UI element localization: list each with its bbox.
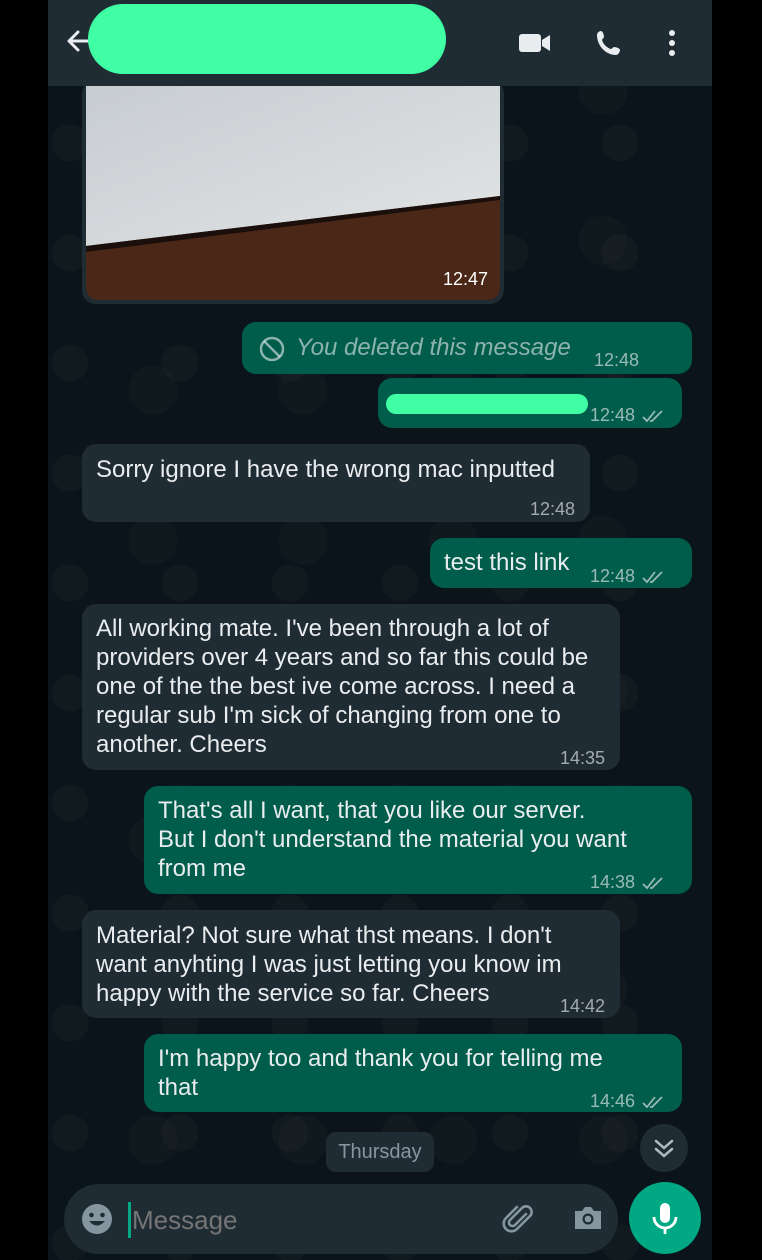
outgoing-message[interactable]: 12:48: [378, 378, 682, 428]
message-time: 12:47: [442, 269, 488, 289]
message-text: Sorry ignore I have the wrong mac inputt…: [96, 456, 555, 483]
read-receipt-icon: [642, 571, 663, 584]
scroll-to-bottom-button[interactable]: [640, 1124, 688, 1172]
message-composer: [64, 1184, 618, 1254]
message-time-row: 12:48: [590, 401, 665, 430]
more-options-icon[interactable]: [662, 28, 682, 58]
message-time-row: 14:38: [590, 868, 665, 897]
redacted-text: [386, 394, 588, 414]
message-time-row: 12:48: [590, 562, 665, 591]
date-divider: Thursday: [326, 1132, 434, 1172]
message-time: 14:42: [560, 996, 606, 1016]
outgoing-message[interactable]: That's all I want, that you like our ser…: [144, 786, 692, 894]
message-time: 12:48: [594, 350, 640, 370]
chat-header: [48, 0, 712, 86]
message-text: All working mate. I've been through a lo…: [96, 615, 589, 758]
double-chevron-down-icon: [654, 1139, 674, 1158]
incoming-message[interactable]: Material? Not sure what thst means. I do…: [82, 910, 620, 1018]
message-time-row: 14:46: [590, 1087, 665, 1116]
voice-call-icon[interactable]: [594, 28, 628, 58]
outgoing-message[interactable]: I'm happy too and thank you for telling …: [144, 1034, 682, 1112]
photo-thumbnail[interactable]: [86, 80, 500, 300]
message-input[interactable]: [130, 1198, 484, 1242]
message-text: I'm happy too and thank you for telling …: [158, 1045, 603, 1101]
deleted-message[interactable]: You deleted this message 12:48: [242, 322, 692, 374]
message-time: 14:35: [560, 748, 606, 768]
message-time: 12:48: [530, 499, 576, 519]
microphone-icon: [652, 1203, 678, 1234]
contact-name-redacted[interactable]: [88, 4, 446, 74]
emoji-icon[interactable]: [80, 1202, 114, 1241]
message-time: 12:48: [590, 405, 636, 425]
read-receipt-icon: [642, 877, 663, 890]
attach-icon[interactable]: [502, 1202, 536, 1241]
message-time: 14:46: [590, 1091, 636, 1111]
message-time: 12:48: [590, 566, 636, 586]
message-text: Material? Not sure what thst means. I do…: [96, 922, 562, 1007]
incoming-message[interactable]: Sorry ignore I have the wrong mac inputt…: [82, 444, 590, 522]
chat-screen: 12:47 You deleted this message 12:48 12:…: [48, 0, 712, 1260]
image-message[interactable]: 12:47: [82, 80, 504, 304]
message-text: test this link: [444, 549, 570, 576]
voice-record-button[interactable]: [629, 1182, 701, 1254]
message-text: That's all I want, that you like our ser…: [158, 797, 627, 882]
read-receipt-icon: [642, 1096, 663, 1109]
blocked-icon: [258, 335, 286, 370]
outgoing-message[interactable]: test this link 12:48: [430, 538, 692, 588]
camera-icon[interactable]: [572, 1204, 604, 1237]
read-receipt-icon: [642, 410, 663, 423]
incoming-message[interactable]: All working mate. I've been through a lo…: [82, 604, 620, 770]
message-time: 14:38: [590, 872, 636, 892]
video-call-icon[interactable]: [518, 28, 552, 58]
message-text: You deleted this message: [296, 334, 571, 361]
